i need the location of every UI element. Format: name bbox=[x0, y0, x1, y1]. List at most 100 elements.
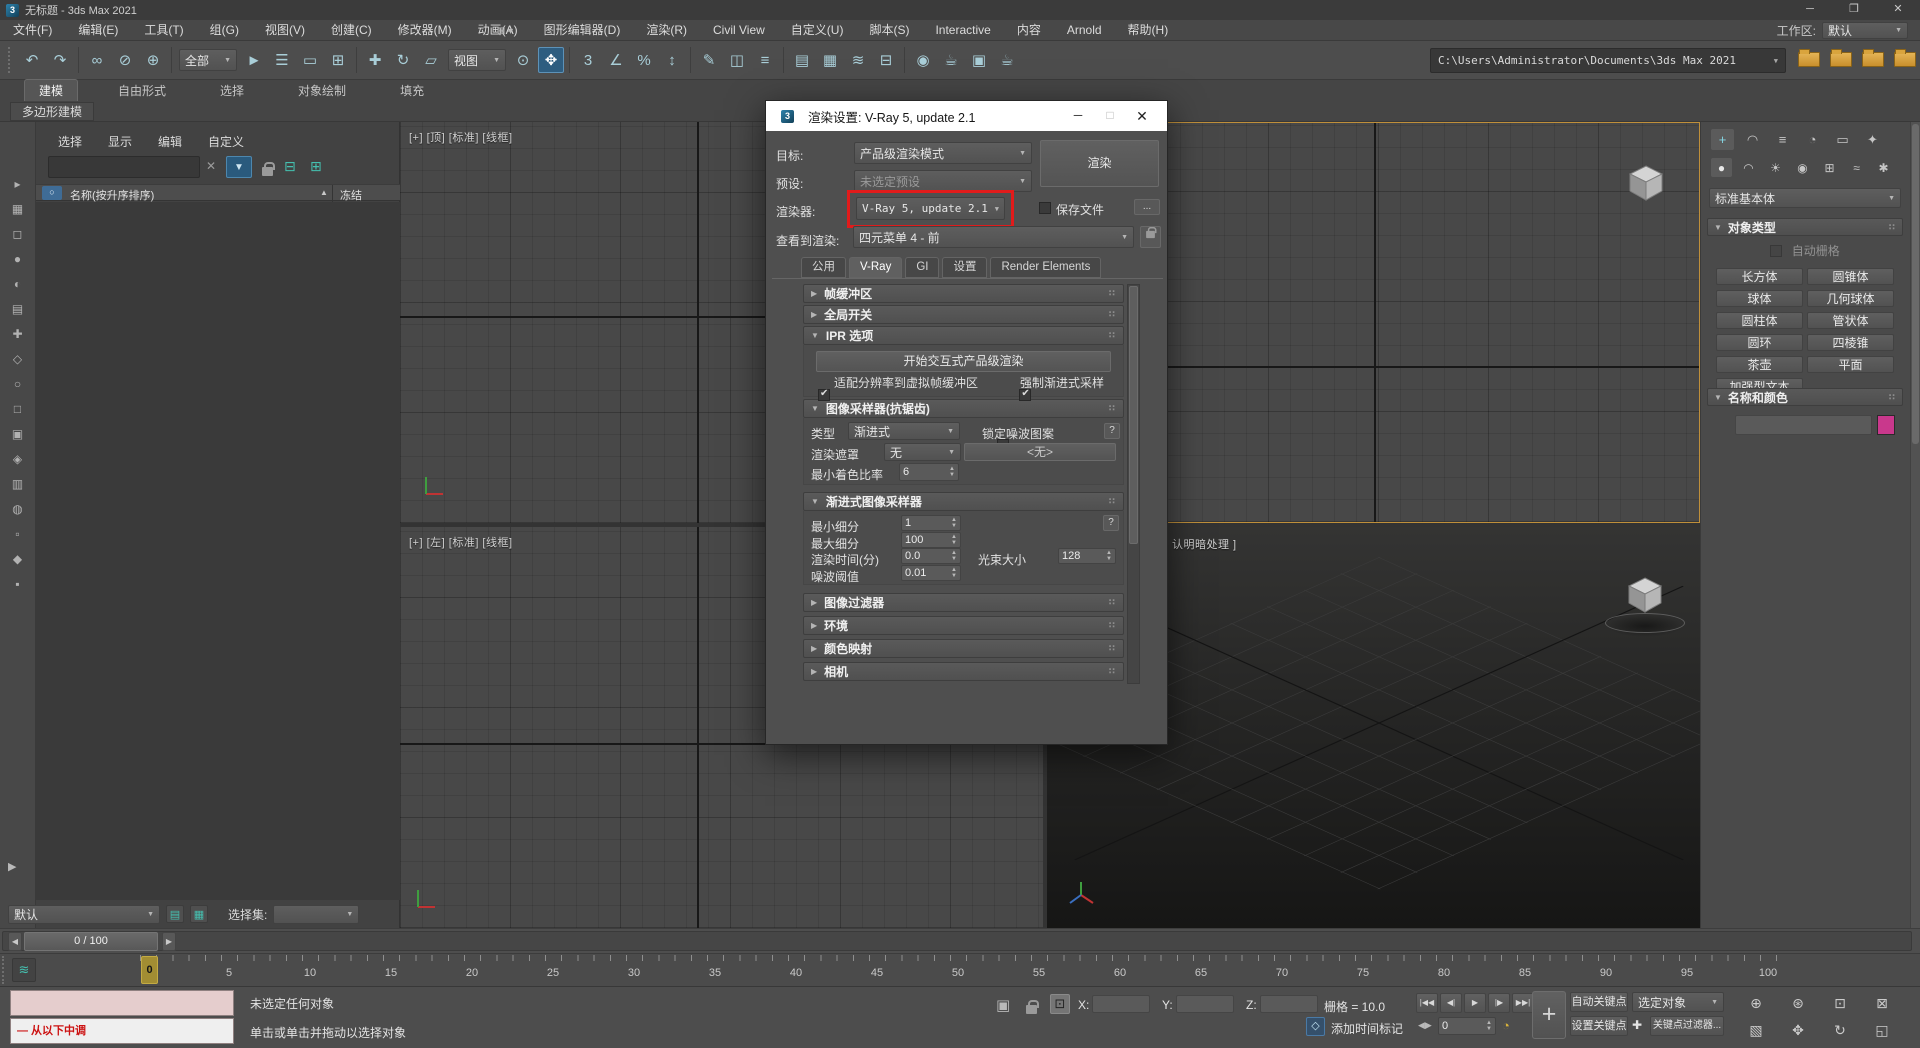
progressive-help-button[interactable]: ? bbox=[1103, 515, 1119, 531]
menu-编辑(E)[interactable]: 编辑(E) bbox=[65, 20, 131, 40]
ribbon-minimize-icon[interactable]: ⊞ ▾ bbox=[497, 26, 513, 37]
explorer-lock-icon[interactable] bbox=[262, 162, 275, 176]
menu-自定义(U)[interactable]: 自定义(U) bbox=[778, 20, 857, 40]
object-type-rollout-header[interactable]: ▼ 对象类型 ∷ bbox=[1707, 218, 1903, 236]
selection-set-dropdown[interactable] bbox=[273, 904, 360, 924]
ribbon-tab-填充[interactable]: 填充 bbox=[386, 80, 438, 101]
frame-buffer-rollout[interactable]: ▶ 帧缓冲区 ∷ bbox=[803, 284, 1124, 303]
noise-threshold-field[interactable]: 0.01 bbox=[901, 565, 961, 581]
menu-创建(C)[interactable]: 创建(C) bbox=[318, 20, 385, 40]
display-all-icon[interactable]: ○ bbox=[42, 186, 62, 200]
geometry-category-icon[interactable]: ● bbox=[1711, 158, 1732, 177]
select-scale-icon[interactable]: ▱ bbox=[418, 47, 444, 73]
modify-tab-icon[interactable]: ◠ bbox=[1741, 129, 1764, 150]
ribbon-subtab-polygon-modeling[interactable]: 多边形建模 bbox=[10, 102, 95, 121]
panel-expand-icon[interactable]: ▶ bbox=[8, 860, 16, 873]
next-frame-arrow[interactable]: ▶ bbox=[162, 932, 176, 951]
save-file-browse-button[interactable]: ... bbox=[1134, 199, 1160, 215]
rect-selection-region-icon[interactable]: ▭ bbox=[297, 47, 323, 73]
menu-Arnold[interactable]: Arnold bbox=[1054, 20, 1115, 40]
expand-tree-icon[interactable]: ⊟ bbox=[284, 158, 296, 175]
angle-snap-icon[interactable]: ∠ bbox=[603, 47, 629, 73]
object-name-input[interactable] bbox=[1735, 415, 1872, 435]
collapse-tree-icon[interactable]: ⊞ bbox=[310, 158, 322, 175]
schematic-view-icon[interactable]: ⊟ bbox=[873, 47, 899, 73]
explorer-column-header[interactable]: ○ 名称(按升序排序) ▲ 冻结 bbox=[36, 184, 400, 203]
mirror-icon[interactable]: ◫ bbox=[724, 47, 750, 73]
dialog-title-bar[interactable]: 3 渲染设置: V-Ray 5, update 2.1 ─ □ ✕ bbox=[766, 101, 1167, 131]
command-panel-scrollbar[interactable] bbox=[1910, 122, 1920, 928]
explorer-toolbar-icon[interactable]: ◈ bbox=[6, 448, 30, 470]
ipr-options-rollout[interactable]: ▼ IPR 选项 ∷ bbox=[803, 326, 1124, 345]
explorer-object-list[interactable] bbox=[36, 202, 400, 900]
current-frame-marker[interactable]: 0 bbox=[141, 956, 158, 984]
create-球体-button[interactable]: 球体 bbox=[1716, 290, 1803, 307]
save-file-checkbox[interactable] bbox=[1039, 202, 1051, 214]
key-filters-icon[interactable]: ✚ bbox=[1632, 1018, 1642, 1032]
create-几何球体-button[interactable]: 几何球体 bbox=[1807, 290, 1894, 307]
menu-视图(V)[interactable]: 视图(V) bbox=[252, 20, 318, 40]
dialog-close-button[interactable]: ✕ bbox=[1126, 108, 1158, 125]
close-button[interactable]: ✕ bbox=[1876, 0, 1920, 20]
viewcube-icon[interactable] bbox=[1624, 161, 1668, 205]
open-folder-icon[interactable] bbox=[1830, 49, 1852, 67]
object-color-swatch[interactable] bbox=[1877, 415, 1895, 435]
dialog-tab-公用[interactable]: 公用 bbox=[801, 257, 846, 278]
explorer-toolbar-icon[interactable]: ◻ bbox=[6, 223, 30, 245]
select-link-icon[interactable]: ∞ bbox=[84, 47, 110, 73]
menu-Interactive[interactable]: Interactive bbox=[922, 20, 1003, 40]
macro-recorder-field[interactable] bbox=[10, 990, 234, 1016]
create-长方体-button[interactable]: 长方体 bbox=[1716, 268, 1803, 285]
create-管状体-button[interactable]: 管状体 bbox=[1807, 312, 1894, 329]
max-subdivs-field[interactable]: 100 bbox=[901, 532, 961, 548]
key-filters-button[interactable]: 关键点过滤器... bbox=[1650, 1016, 1724, 1036]
dialog-tab-V-Ray[interactable]: V-Ray bbox=[849, 257, 903, 278]
sort-column-label[interactable]: 名称(按升序排序) bbox=[70, 187, 154, 203]
dialog-scrollbar[interactable] bbox=[1127, 284, 1140, 684]
fit-resolution-checkbox[interactable] bbox=[818, 388, 830, 401]
explorer-menu-显示[interactable]: 显示 bbox=[108, 133, 132, 150]
material-editor-icon[interactable]: ◉ bbox=[910, 47, 936, 73]
render-mask-dropdown[interactable]: 无 bbox=[884, 443, 961, 461]
layer-manager-icon[interactable]: ▤ bbox=[789, 47, 815, 73]
curve-editor-icon[interactable]: ≋ bbox=[845, 47, 871, 73]
project-path-dropdown[interactable]: C:\Users\Administrator\Documents\3ds Max… bbox=[1430, 48, 1786, 73]
explorer-toolbar-icon[interactable]: ● bbox=[6, 248, 30, 270]
explorer-toolbar-icon[interactable]: ▤ bbox=[6, 298, 30, 320]
min-subdivs-field[interactable]: 1 bbox=[901, 515, 961, 531]
explorer-toolbar-icon[interactable]: ◐ bbox=[6, 273, 30, 295]
zoom-icon[interactable]: ⊕ bbox=[1736, 991, 1776, 1016]
zoom-region-icon[interactable]: ▧ bbox=[1736, 1018, 1776, 1043]
set-key-big-button[interactable]: + bbox=[1532, 991, 1566, 1039]
menu-图形编辑器(D)[interactable]: 图形编辑器(D) bbox=[531, 20, 634, 40]
display-tab-icon[interactable]: ▭ bbox=[1831, 129, 1854, 150]
selected-object-dropdown[interactable]: 选定对象 bbox=[1632, 992, 1724, 1012]
spacewarps-category-icon[interactable]: ≈ bbox=[1846, 158, 1867, 177]
view-to-render-dropdown[interactable]: 四元菜单 4 - 前 bbox=[853, 226, 1134, 248]
window-crossing-icon[interactable]: ⊞ bbox=[325, 47, 351, 73]
select-manipulate-icon[interactable]: ✥ bbox=[538, 47, 564, 73]
edit-named-selections-icon[interactable]: ✎ bbox=[696, 47, 722, 73]
primitive-category-dropdown[interactable]: 标准基本体 bbox=[1709, 188, 1901, 208]
isolate-selection-icon[interactable]: ▣ bbox=[996, 996, 1010, 1014]
sort-direction-icon[interactable]: ▲ bbox=[320, 188, 328, 197]
dialog-tab-GI[interactable]: GI bbox=[905, 257, 940, 278]
render-production-icon[interactable]: ☕ bbox=[994, 47, 1020, 73]
autogrid-checkbox[interactable] bbox=[1770, 245, 1783, 257]
explorer-toolbar-icon[interactable]: ◍ bbox=[6, 498, 30, 520]
ribbon-tab-建模[interactable]: 建模 bbox=[24, 79, 79, 101]
renderer-dropdown[interactable]: V-Ray 5, update 2.1 bbox=[856, 197, 1005, 220]
explorer-toolbar-icon[interactable]: ○ bbox=[6, 373, 30, 395]
explorer-toolbar-icon[interactable]: ◇ bbox=[6, 348, 30, 370]
mini-curve-editor-icon[interactable]: ≋ bbox=[12, 958, 36, 982]
menu-内容[interactable]: 内容 bbox=[1004, 20, 1054, 40]
workspace-dropdown[interactable]: 默认 bbox=[1822, 21, 1908, 39]
explorer-menu-选择[interactable]: 选择 bbox=[58, 133, 82, 150]
snap-toggle-3d-icon[interactable]: 3 bbox=[575, 47, 601, 73]
dialog-minimize-button[interactable]: ─ bbox=[1062, 108, 1094, 125]
selection-filter-dropdown[interactable]: 全部 bbox=[179, 49, 237, 71]
hierarchy-tab-icon[interactable]: ≡ bbox=[1771, 129, 1794, 150]
ray-bundle-field[interactable]: 128 bbox=[1058, 548, 1116, 564]
menu-文件(F)[interactable]: 文件(F) bbox=[0, 20, 65, 40]
project-folder-icon[interactable] bbox=[1798, 49, 1820, 67]
